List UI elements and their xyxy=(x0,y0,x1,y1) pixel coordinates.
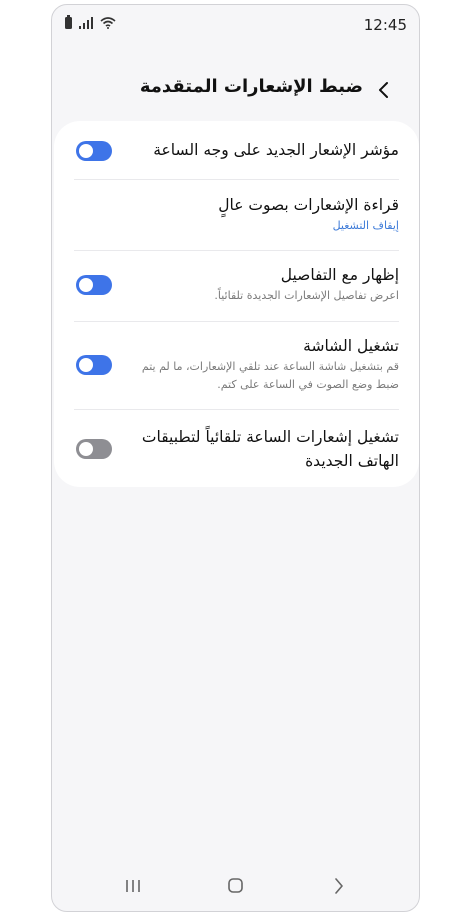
toggle-knob xyxy=(79,358,93,372)
setting-title: تشغيل الشاشة xyxy=(303,337,399,355)
setting-title: تشغيل إشعارات الساعة تلقائياً لتطبيقات xyxy=(141,428,399,446)
home-icon[interactable] xyxy=(224,877,246,895)
recent-apps-icon[interactable] xyxy=(122,877,144,895)
header: ضبط الإشعارات المتقدمة xyxy=(52,65,419,115)
setting-title: الهاتف الجديدة xyxy=(305,452,399,470)
setting-title: قراءة الإشعارات بصوت عالٍ xyxy=(218,196,399,214)
toggle-turn-on-screen[interactable] xyxy=(76,355,112,375)
settings-card: مؤشر الإشعار الجديد على وجه الساعة قراءة… xyxy=(54,121,419,487)
divider xyxy=(74,179,399,180)
signal-icon xyxy=(79,17,93,29)
toggle-knob xyxy=(79,144,93,158)
page-title: ضبط الإشعارات المتقدمة xyxy=(139,76,363,97)
setting-title: مؤشر الإشعار الجديد على وجه الساعة xyxy=(153,141,399,159)
toggle-knob xyxy=(79,442,93,456)
setting-title: إظهار مع التفاصيل xyxy=(280,266,399,284)
divider xyxy=(74,321,399,322)
toggle-show-details[interactable] xyxy=(76,275,112,295)
setting-description: اعرض تفاصيل الإشعارات الجديدة تلقائياً. xyxy=(214,289,399,302)
status-time: 12:45 xyxy=(363,16,407,34)
back-icon[interactable] xyxy=(328,877,350,895)
divider xyxy=(74,250,399,251)
status-bar: 12:45 xyxy=(52,5,419,43)
setting-description: قم بتشغيل شاشة الساعة عند تلقي الإشعارات… xyxy=(141,360,399,373)
setting-new-notification-indicator[interactable]: مؤشر الإشعار الجديد على وجه الساعة xyxy=(74,138,399,162)
chevron-left-icon[interactable] xyxy=(371,77,397,103)
setting-status: إيقاف التشغيل xyxy=(332,219,399,232)
toggle-new-notification-indicator[interactable] xyxy=(76,141,112,161)
status-icons xyxy=(65,15,116,29)
toggle-auto-new-apps[interactable] xyxy=(76,439,112,459)
setting-turn-on-screen[interactable]: تشغيل الشاشة قم بتشغيل شاشة الساعة عند ت… xyxy=(74,334,399,394)
battery-icon xyxy=(65,15,72,29)
phone-frame: 12:45 ضبط الإشعارات المتقدمة مؤشر الإشعا… xyxy=(51,4,420,912)
setting-read-aloud[interactable]: قراءة الإشعارات بصوت عالٍ إيقاف التشغيل xyxy=(74,193,399,235)
navigation-bar xyxy=(52,861,419,911)
toggle-knob xyxy=(79,278,93,292)
setting-auto-new-apps[interactable]: تشغيل إشعارات الساعة تلقائياً لتطبيقات ا… xyxy=(74,425,399,473)
setting-show-details[interactable]: إظهار مع التفاصيل اعرض تفاصيل الإشعارات … xyxy=(74,263,399,305)
setting-description: ضبط وضع الصوت في الساعة على كتم. xyxy=(217,378,399,391)
wifi-icon xyxy=(100,17,116,29)
divider xyxy=(74,409,399,410)
